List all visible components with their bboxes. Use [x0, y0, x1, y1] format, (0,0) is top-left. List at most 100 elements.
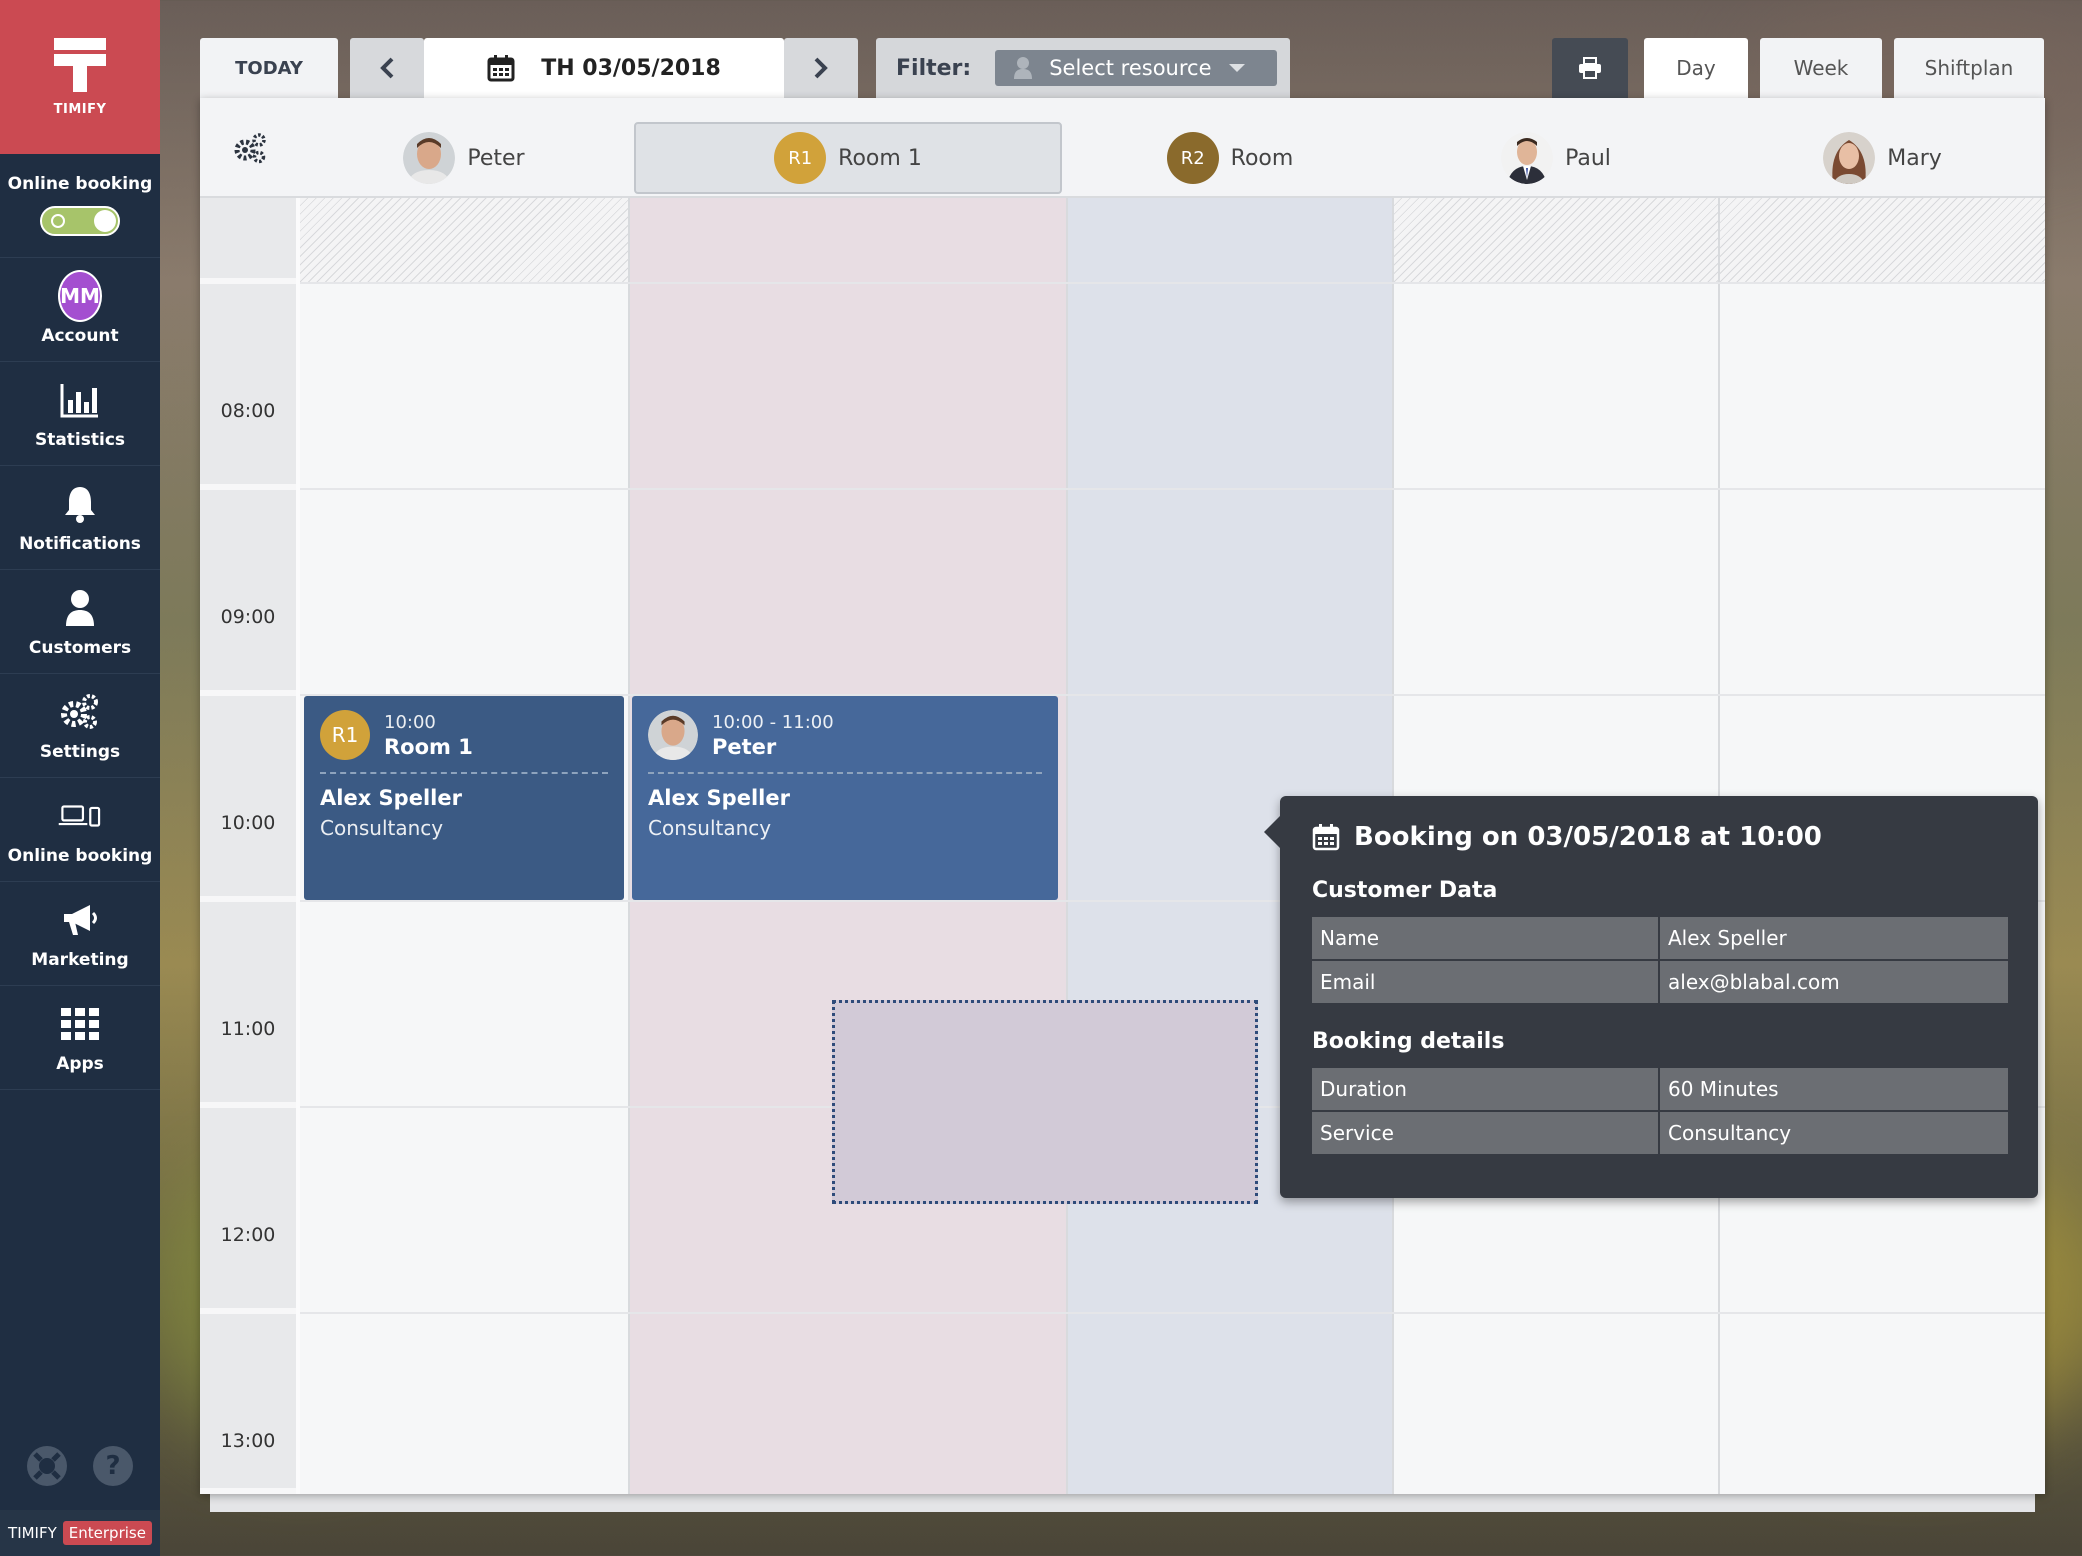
print-icon [1579, 57, 1601, 79]
event-title: Peter [712, 734, 777, 759]
resource-peter[interactable]: Peter [300, 122, 628, 194]
sidebar-item-account[interactable]: MM Account [0, 258, 160, 362]
resource-name: Peter [467, 145, 525, 171]
sidebar-footer: ? [0, 1436, 160, 1496]
resource-name: Paul [1565, 145, 1611, 171]
event-customer: Alex Speller [320, 786, 462, 810]
selected-empty-slot[interactable] [832, 1000, 1258, 1204]
sidebar-item-label: Statistics [34, 429, 126, 450]
booking-details-heading: Booking details [1312, 1029, 1505, 1054]
select-resource-placeholder: Select resource [1049, 56, 1212, 80]
time-label: 08:00 [220, 400, 276, 422]
column-divider [628, 198, 630, 1494]
calendar-shadow-edge [210, 1494, 2035, 1512]
calendar-settings-button[interactable] [200, 98, 300, 198]
resource-name: Mary [1887, 145, 1942, 171]
event-service: Consultancy [320, 816, 444, 840]
previous-day-button[interactable] [350, 38, 424, 98]
resource-mary[interactable]: Mary [1720, 122, 2045, 194]
customer-data-table: Name Alex Speller Email alex@blabal.com [1312, 917, 2008, 1003]
time-slot [200, 198, 296, 284]
event-customer: Alex Speller [648, 786, 790, 810]
sidebar-item-label: Account [41, 325, 119, 346]
sidebar-item-label: Apps [56, 1053, 104, 1074]
timify-logo[interactable]: TIMIFY [0, 0, 160, 154]
table-row: Duration 60 Minutes [1312, 1068, 2008, 1110]
booking-event-peter[interactable]: 10:00 - 11:00 Peter Alex Speller Consult… [632, 696, 1058, 900]
unavailable-hatch [300, 198, 628, 282]
sidebar-item-statistics[interactable]: Statistics [0, 362, 160, 466]
tab-week[interactable]: Week [1760, 38, 1882, 98]
unavailable-hatch [1720, 198, 2045, 282]
account-avatar: MM [58, 269, 102, 322]
devices-icon [58, 794, 102, 838]
enterprise-badge: Enterprise [62, 1521, 152, 1545]
tab-shiftplan[interactable]: Shiftplan [1894, 38, 2044, 98]
sidebar-item-label: Notifications [19, 533, 141, 554]
sidebar-item-marketing[interactable]: Marketing [0, 882, 160, 986]
booking-tooltip: Booking on 03/05/2018 at 10:00 Customer … [1264, 796, 2038, 1198]
time-label: 09:00 [220, 606, 276, 628]
resource-paul[interactable]: Paul [1394, 122, 1718, 194]
resource-room-1[interactable]: R1 Room 1 [634, 122, 1062, 194]
tooltip-arrow [1264, 816, 1280, 848]
unavailable-hatch [1394, 198, 1718, 282]
online-booking-toggle[interactable] [40, 206, 120, 236]
logo-text: TIMIFY [53, 101, 107, 117]
calendar-toolbar: TODAY TH 03/05/2018 Filter: Select resou… [200, 38, 2045, 98]
next-day-button[interactable] [784, 38, 858, 98]
table-value: Alex Speller [1660, 917, 2008, 959]
chevron-right-icon [814, 57, 828, 79]
sidebar-item-customers[interactable]: Customers [0, 570, 160, 674]
current-date: TH 03/05/2018 [541, 55, 721, 81]
time-label: 11:00 [220, 1018, 276, 1040]
gears-icon [234, 133, 266, 164]
table-key: Email [1312, 961, 1660, 1003]
time-slot [200, 284, 296, 490]
avatar [403, 132, 456, 184]
calendar-icon [1312, 824, 1340, 851]
date-picker[interactable]: TH 03/05/2018 [424, 38, 784, 98]
avatar [1501, 132, 1554, 184]
booking-event-room-1[interactable]: R1 10:00 Room 1 Alex Speller Consultancy [304, 696, 624, 900]
avatar [648, 710, 698, 760]
event-time: 10:00 [384, 711, 436, 733]
help-icon[interactable]: ? [93, 1446, 133, 1486]
sidebar-item-settings[interactable]: Settings [0, 674, 160, 778]
time-column: 08:00 09:00 10:00 11:00 12:00 13:00 [200, 198, 296, 1494]
sidebar-item-online-booking[interactable]: Online booking [0, 778, 160, 882]
lifebuoy-icon[interactable] [27, 1446, 67, 1486]
event-header: 10:00 - 11:00 Peter [648, 710, 1042, 774]
print-button[interactable] [1552, 38, 1628, 98]
select-resource-dropdown[interactable]: Select resource [995, 50, 1278, 86]
caret-down-icon [1228, 64, 1245, 72]
sidebar-item-label: Customers [28, 637, 132, 658]
user-icon [1014, 57, 1033, 79]
tooltip-title-text: Booking on 03/05/2018 at 10:00 [1354, 822, 1822, 852]
today-button[interactable]: TODAY [200, 38, 338, 98]
resource-room-2[interactable]: R2 Room [1068, 122, 1392, 194]
hour-line [300, 282, 2045, 284]
event-header: R1 10:00 Room 1 [320, 710, 608, 774]
filter-label: Filter: [896, 55, 972, 81]
avatar [1823, 132, 1876, 184]
event-title: Room 1 [384, 734, 473, 759]
time-label: 12:00 [220, 1224, 276, 1246]
tab-day[interactable]: Day [1644, 38, 1748, 98]
sidebar-item-label: Marketing [31, 949, 129, 970]
table-key: Name [1312, 917, 1660, 959]
resource-filter: Filter: Select resource [876, 38, 1290, 98]
hour-line [300, 1312, 2045, 1314]
avatar: MM [58, 269, 102, 322]
sidebar-item-notifications[interactable]: Notifications [0, 466, 160, 570]
customer-data-heading: Customer Data [1312, 878, 1498, 903]
sidebar-item-apps[interactable]: Apps [0, 986, 160, 1090]
online-booking-toggle-block: Online booking [0, 154, 160, 258]
column-divider [1066, 198, 1068, 1494]
sidebar-item-label: Settings [39, 741, 121, 762]
time-slot [200, 696, 296, 902]
time-slot [200, 490, 296, 696]
resource-name: Room 1 [838, 145, 922, 171]
online-booking-toggle-label: Online booking [7, 174, 153, 194]
table-row: Name Alex Speller [1312, 917, 2008, 959]
